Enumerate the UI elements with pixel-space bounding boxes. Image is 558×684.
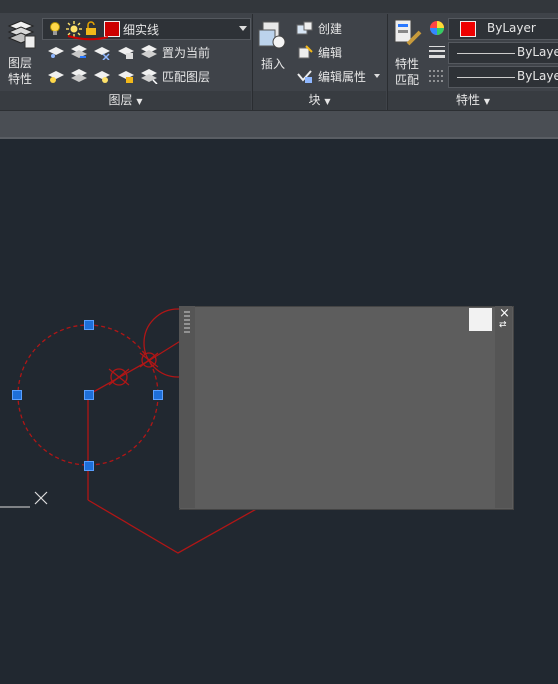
lineweight-value: ByLayer [517, 45, 558, 59]
color-wheel-icon [430, 21, 444, 35]
edit-attributes-icon[interactable] [296, 68, 314, 84]
current-layer-name: 细实线 [123, 23, 160, 37]
file-tab-bar[interactable] [0, 111, 558, 139]
palette-grip-icon[interactable] [182, 310, 192, 334]
lineweight-dropdown[interactable]: ByLayer [448, 42, 558, 64]
edit-attributes-label[interactable]: 编辑属性 [318, 68, 366, 85]
match-properties-label-1: 特性 [395, 57, 420, 71]
edit-block-icon[interactable] [296, 44, 314, 60]
set-current-icon[interactable] [140, 44, 158, 60]
set-current-label[interactable]: 置为当前 [162, 44, 210, 61]
palette-preview-box [469, 308, 492, 331]
insert-block-icon [258, 21, 286, 49]
panel-expand-icon: ▼ [483, 97, 490, 106]
line-preview [457, 53, 515, 54]
create-block-label[interactable]: 创建 [318, 20, 342, 37]
layer-properties-label-1: 图层 [8, 56, 33, 70]
layer-isolate-icon[interactable] [47, 44, 65, 60]
match-layer-label[interactable]: 匹配图层 [162, 68, 210, 85]
chevron-down-icon [239, 26, 247, 31]
palette-side-strip[interactable] [495, 306, 512, 508]
light-bulb-icon [50, 22, 60, 35]
panel-expand-icon: ▼ [136, 97, 143, 106]
floating-palette[interactable] [179, 306, 514, 510]
layer-thaw-icon[interactable] [93, 68, 111, 84]
block-panel-title-text: 块 [308, 93, 321, 107]
layer-lock-icon[interactable] [117, 44, 135, 60]
options-icon[interactable]: ⇄ [499, 320, 507, 330]
edit-block-label[interactable]: 编辑 [318, 44, 342, 61]
linetype-icon [429, 70, 445, 82]
ucs-icon [0, 491, 48, 508]
color-swatch [460, 21, 476, 37]
selection-underline [67, 35, 109, 41]
linetype-dropdown[interactable]: ByLayer [448, 66, 558, 88]
properties-panel-title[interactable]: 特性 ▼ [388, 91, 558, 111]
layer-walk-icon[interactable] [70, 68, 88, 84]
match-properties-button[interactable]: 特性 匹配 [390, 16, 426, 88]
grip-right[interactable] [153, 390, 163, 400]
layer-panel-title[interactable]: 图层 ▼ [0, 91, 251, 111]
grip-top[interactable] [84, 320, 94, 330]
grip-center[interactable] [84, 390, 94, 400]
palette-title-strip[interactable] [179, 306, 195, 508]
close-icon[interactable]: × [499, 306, 510, 321]
color-value: ByLayer [487, 21, 536, 35]
lineweight-icon [429, 46, 445, 58]
create-block-icon[interactable] [296, 20, 314, 36]
layer-panel-title-text: 图层 [108, 93, 133, 107]
ribbon-tab-strip [0, 0, 558, 13]
block-panel-title[interactable]: 块 ▼ [253, 91, 386, 111]
panel-expand-icon: ▼ [324, 97, 331, 106]
edit-attributes-dropdown-icon[interactable] [374, 74, 380, 79]
layer-properties-icon [7, 20, 36, 49]
match-properties-icon [394, 19, 422, 46]
layer-properties-label-2: 特性 [8, 72, 33, 86]
grip-bottom[interactable] [84, 461, 94, 471]
layer-stack-icon[interactable] [70, 44, 88, 60]
insert-block-button[interactable]: 插入 [256, 16, 290, 76]
color-dropdown[interactable]: ByLayer [448, 18, 558, 40]
layer-off-icon[interactable] [93, 44, 111, 60]
grip-left[interactable] [12, 390, 22, 400]
match-layer-icon[interactable] [140, 68, 158, 84]
linetype-value: ByLayer [517, 69, 558, 83]
layer-freeze-icon[interactable] [47, 68, 65, 84]
insert-label: 插入 [261, 57, 286, 71]
properties-panel-title-text: 特性 [456, 93, 481, 107]
layer-properties-button[interactable]: 图层 特性 [3, 16, 39, 88]
match-properties-label-2: 匹配 [395, 73, 420, 87]
layer-unlock-icon[interactable] [117, 68, 135, 84]
line-preview [457, 77, 515, 78]
